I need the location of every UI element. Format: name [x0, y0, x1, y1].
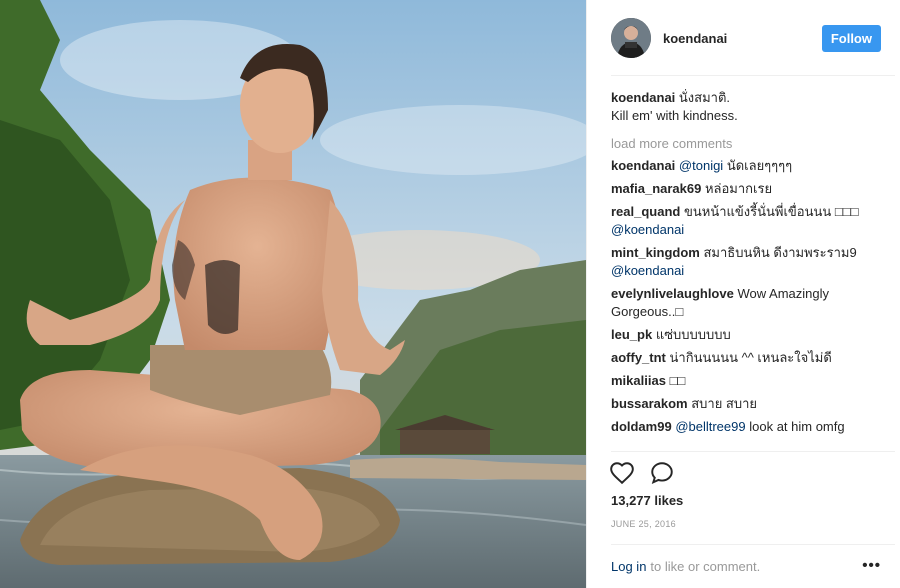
comment-item: mint_kingdom สมาธิบนหิน ดีงามพระราม9 @ko… [611, 244, 881, 280]
follow-button[interactable]: Follow [821, 24, 881, 52]
comment-username[interactable]: evelynlivelaughlove [611, 286, 734, 301]
likes-count[interactable]: 13,277 likes [611, 492, 683, 510]
comment-username[interactable]: leu_pk [611, 327, 652, 342]
comment-text: น่ากินนนนน ^^ เหนละใจไม่ดี [669, 350, 832, 365]
comment-text: สมาธิบนหิน ดีงามพระราม9 [703, 245, 857, 260]
divider [611, 451, 895, 452]
more-options-icon[interactable]: ••• [862, 558, 881, 573]
comment-text: นัดเลยๆๆๆๆ [726, 158, 793, 173]
post-date: JUNE 25, 2016 [611, 519, 676, 529]
comments-list[interactable]: koendanai นั่งสมาติ. Kill em' with kindn… [611, 89, 881, 451]
post-photo[interactable] [0, 0, 586, 588]
comment-text: สบาย สบาย [691, 396, 758, 411]
caption-text-line2: Kill em' with kindness. [611, 108, 738, 123]
comment-text: ขนหน้าแข้งรี้นั่นพี่เขื่อนนน □□□ [683, 204, 859, 219]
divider [611, 544, 895, 545]
caption-username[interactable]: koendanai [611, 90, 675, 105]
login-prompt-text: to like or comment. [650, 558, 761, 574]
comment-username[interactable]: real_quand [611, 204, 680, 219]
comment-username[interactable]: mafia_narak69 [611, 181, 701, 196]
post-side-panel: koendanai Follow koendanai นั่งสมาติ. Ki… [586, 0, 900, 588]
login-link[interactable]: Log in [611, 559, 646, 574]
caption-text-line1: นั่งสมาติ. [678, 90, 731, 105]
comment-item: doldam99 @belltree99 look at him omfg [611, 418, 881, 436]
divider [611, 75, 895, 76]
comment-text: แซ่บบบบบบบ [655, 327, 731, 342]
comment-item: mikaliias □□ [611, 372, 881, 390]
comment-text: □□ [669, 373, 686, 388]
header-username[interactable]: koendanai [663, 31, 727, 46]
avatar[interactable] [611, 18, 651, 58]
comment-mention[interactable]: @belltree99 [675, 419, 745, 434]
caption: koendanai นั่งสมาติ. Kill em' with kindn… [611, 89, 881, 125]
action-bar [609, 460, 689, 488]
comment-username[interactable]: bussarakom [611, 396, 688, 411]
post-header: koendanai Follow [611, 14, 881, 62]
comment-item: real_quand ขนหน้าแข้งรี้นั่นพี่เขื่อนนน … [611, 203, 881, 239]
comment-item: leu_pk แซ่บบบบบบบ [611, 326, 881, 344]
comment-item: bussarakom สบาย สบาย [611, 395, 881, 413]
comment-username[interactable]: aoffy_tnt [611, 350, 666, 365]
comment-item: aoffy_tnt น่ากินนนนน ^^ เหนละใจไม่ดี [611, 349, 881, 367]
comment-mention[interactable]: @koendanai [611, 263, 684, 278]
load-more-comments-link[interactable]: load more comments [611, 135, 881, 153]
comment-username[interactable]: mikaliias [611, 373, 666, 388]
comment-item: evelynlivelaughlove Wow Amazingly Gorgeo… [611, 285, 881, 321]
comment-username[interactable]: doldam99 [611, 419, 672, 434]
comment-mention[interactable]: @koendanai [611, 222, 684, 237]
comment-username[interactable]: mint_kingdom [611, 245, 700, 260]
comment-username[interactable]: koendanai [611, 158, 675, 173]
comment-text: look at him omfg [749, 419, 845, 434]
comment-item: koendanai @tonigi นัดเลยๆๆๆๆ [611, 157, 881, 175]
comment-mention[interactable]: @tonigi [679, 158, 723, 173]
comment-icon[interactable] [649, 460, 677, 488]
login-footer: Log in to like or comment. ••• [611, 556, 881, 576]
comment-text: หล่อมากเรย [704, 181, 773, 196]
heart-icon[interactable] [609, 460, 637, 488]
comment-item: mafia_narak69 หล่อมากเรย [611, 180, 881, 198]
